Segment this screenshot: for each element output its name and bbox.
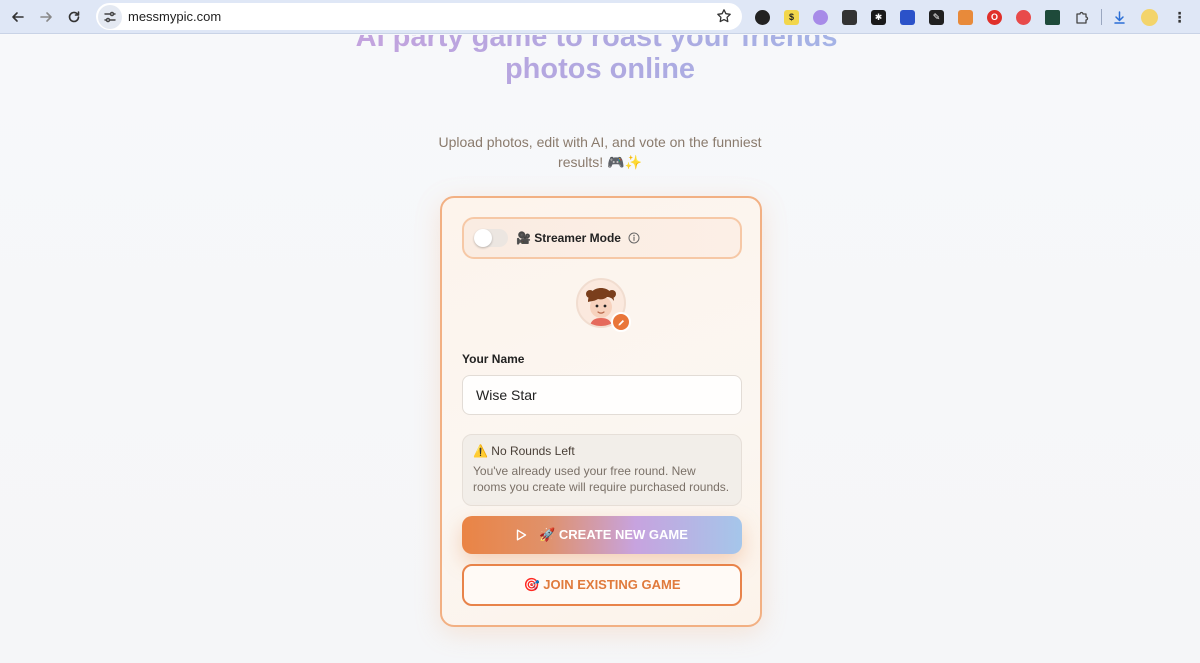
streamer-mode-toggle[interactable] <box>474 229 508 247</box>
ext-green-square-icon[interactable] <box>1045 9 1060 25</box>
join-existing-game-label: 🎯 JOIN EXISTING GAME <box>523 577 681 592</box>
ext-gift-icon[interactable] <box>842 9 857 25</box>
streamer-mode-row: 🎥 Streamer Mode <box>462 217 742 259</box>
download-icon[interactable] <box>1112 10 1127 25</box>
reload-button[interactable] <box>63 6 85 28</box>
join-existing-game-button[interactable]: 🎯 JOIN EXISTING GAME <box>462 564 742 606</box>
bookmark-star-icon[interactable] <box>716 8 732 29</box>
ext-star-icon[interactable]: ✱ <box>871 9 886 25</box>
ext-dark-circle-icon[interactable] <box>755 9 770 25</box>
address-bar[interactable]: messmypic.com <box>96 3 742 30</box>
ext-cloud-icon[interactable] <box>813 9 828 25</box>
ext-opera-icon[interactable]: O <box>987 9 1002 25</box>
reload-icon <box>68 10 80 22</box>
arrow-right-icon <box>40 11 52 22</box>
ext-fox-icon[interactable] <box>958 9 973 25</box>
create-new-game-button[interactable]: 🚀 CREATE NEW GAME <box>462 516 742 554</box>
play-icon <box>516 529 527 541</box>
info-icon[interactable] <box>628 232 640 244</box>
profile-avatar-icon[interactable] <box>1141 8 1158 26</box>
name-label: Your Name <box>462 352 525 366</box>
toggle-knob <box>474 229 492 247</box>
site-info-icon[interactable] <box>98 4 122 29</box>
create-new-game-label: 🚀 CREATE NEW GAME <box>539 527 688 542</box>
ext-blue-box-icon[interactable] <box>900 9 915 25</box>
streamer-mode-label: 🎥 Streamer Mode <box>516 231 621 245</box>
browser-toolbar: messmypic.com $ ✱ ✎ O ⋮ <box>0 0 1200 34</box>
toolbar-divider <box>1101 9 1102 25</box>
avatar-container[interactable] <box>576 278 631 332</box>
ext-record-icon[interactable] <box>1016 9 1031 25</box>
notice-text: You've already used your free round. New… <box>473 464 730 494</box>
extensions-row: $ ✱ ✎ O ⋮ <box>755 7 1187 27</box>
name-input[interactable] <box>462 375 742 415</box>
menu-dots-icon[interactable]: ⋮ <box>1172 9 1187 25</box>
hero-subtitle: Upload photos, edit with AI, and vote on… <box>438 134 762 170</box>
hero-title: AI party game to roast your friends' pho… <box>350 35 850 85</box>
page-content: AI party game to roast your friends' pho… <box>0 35 1200 663</box>
ext-pencil-icon[interactable]: ✎ <box>929 9 944 25</box>
forward-button[interactable] <box>35 6 57 28</box>
no-rounds-notice: ⚠️ No Rounds Left You've already used yo… <box>462 434 742 506</box>
ext-dollar-icon[interactable]: $ <box>784 9 799 25</box>
puzzle-icon[interactable] <box>1074 10 1089 25</box>
edit-avatar-pencil-icon[interactable] <box>611 312 631 332</box>
arrow-left-icon <box>12 11 24 22</box>
url-text[interactable]: messmypic.com <box>128 9 221 24</box>
lobby-card: 🎥 Streamer Mode Your Name Wise Star ⚠️ N… <box>440 196 762 627</box>
back-button[interactable] <box>7 6 29 28</box>
notice-title: ⚠️ No Rounds Left <box>473 444 575 458</box>
